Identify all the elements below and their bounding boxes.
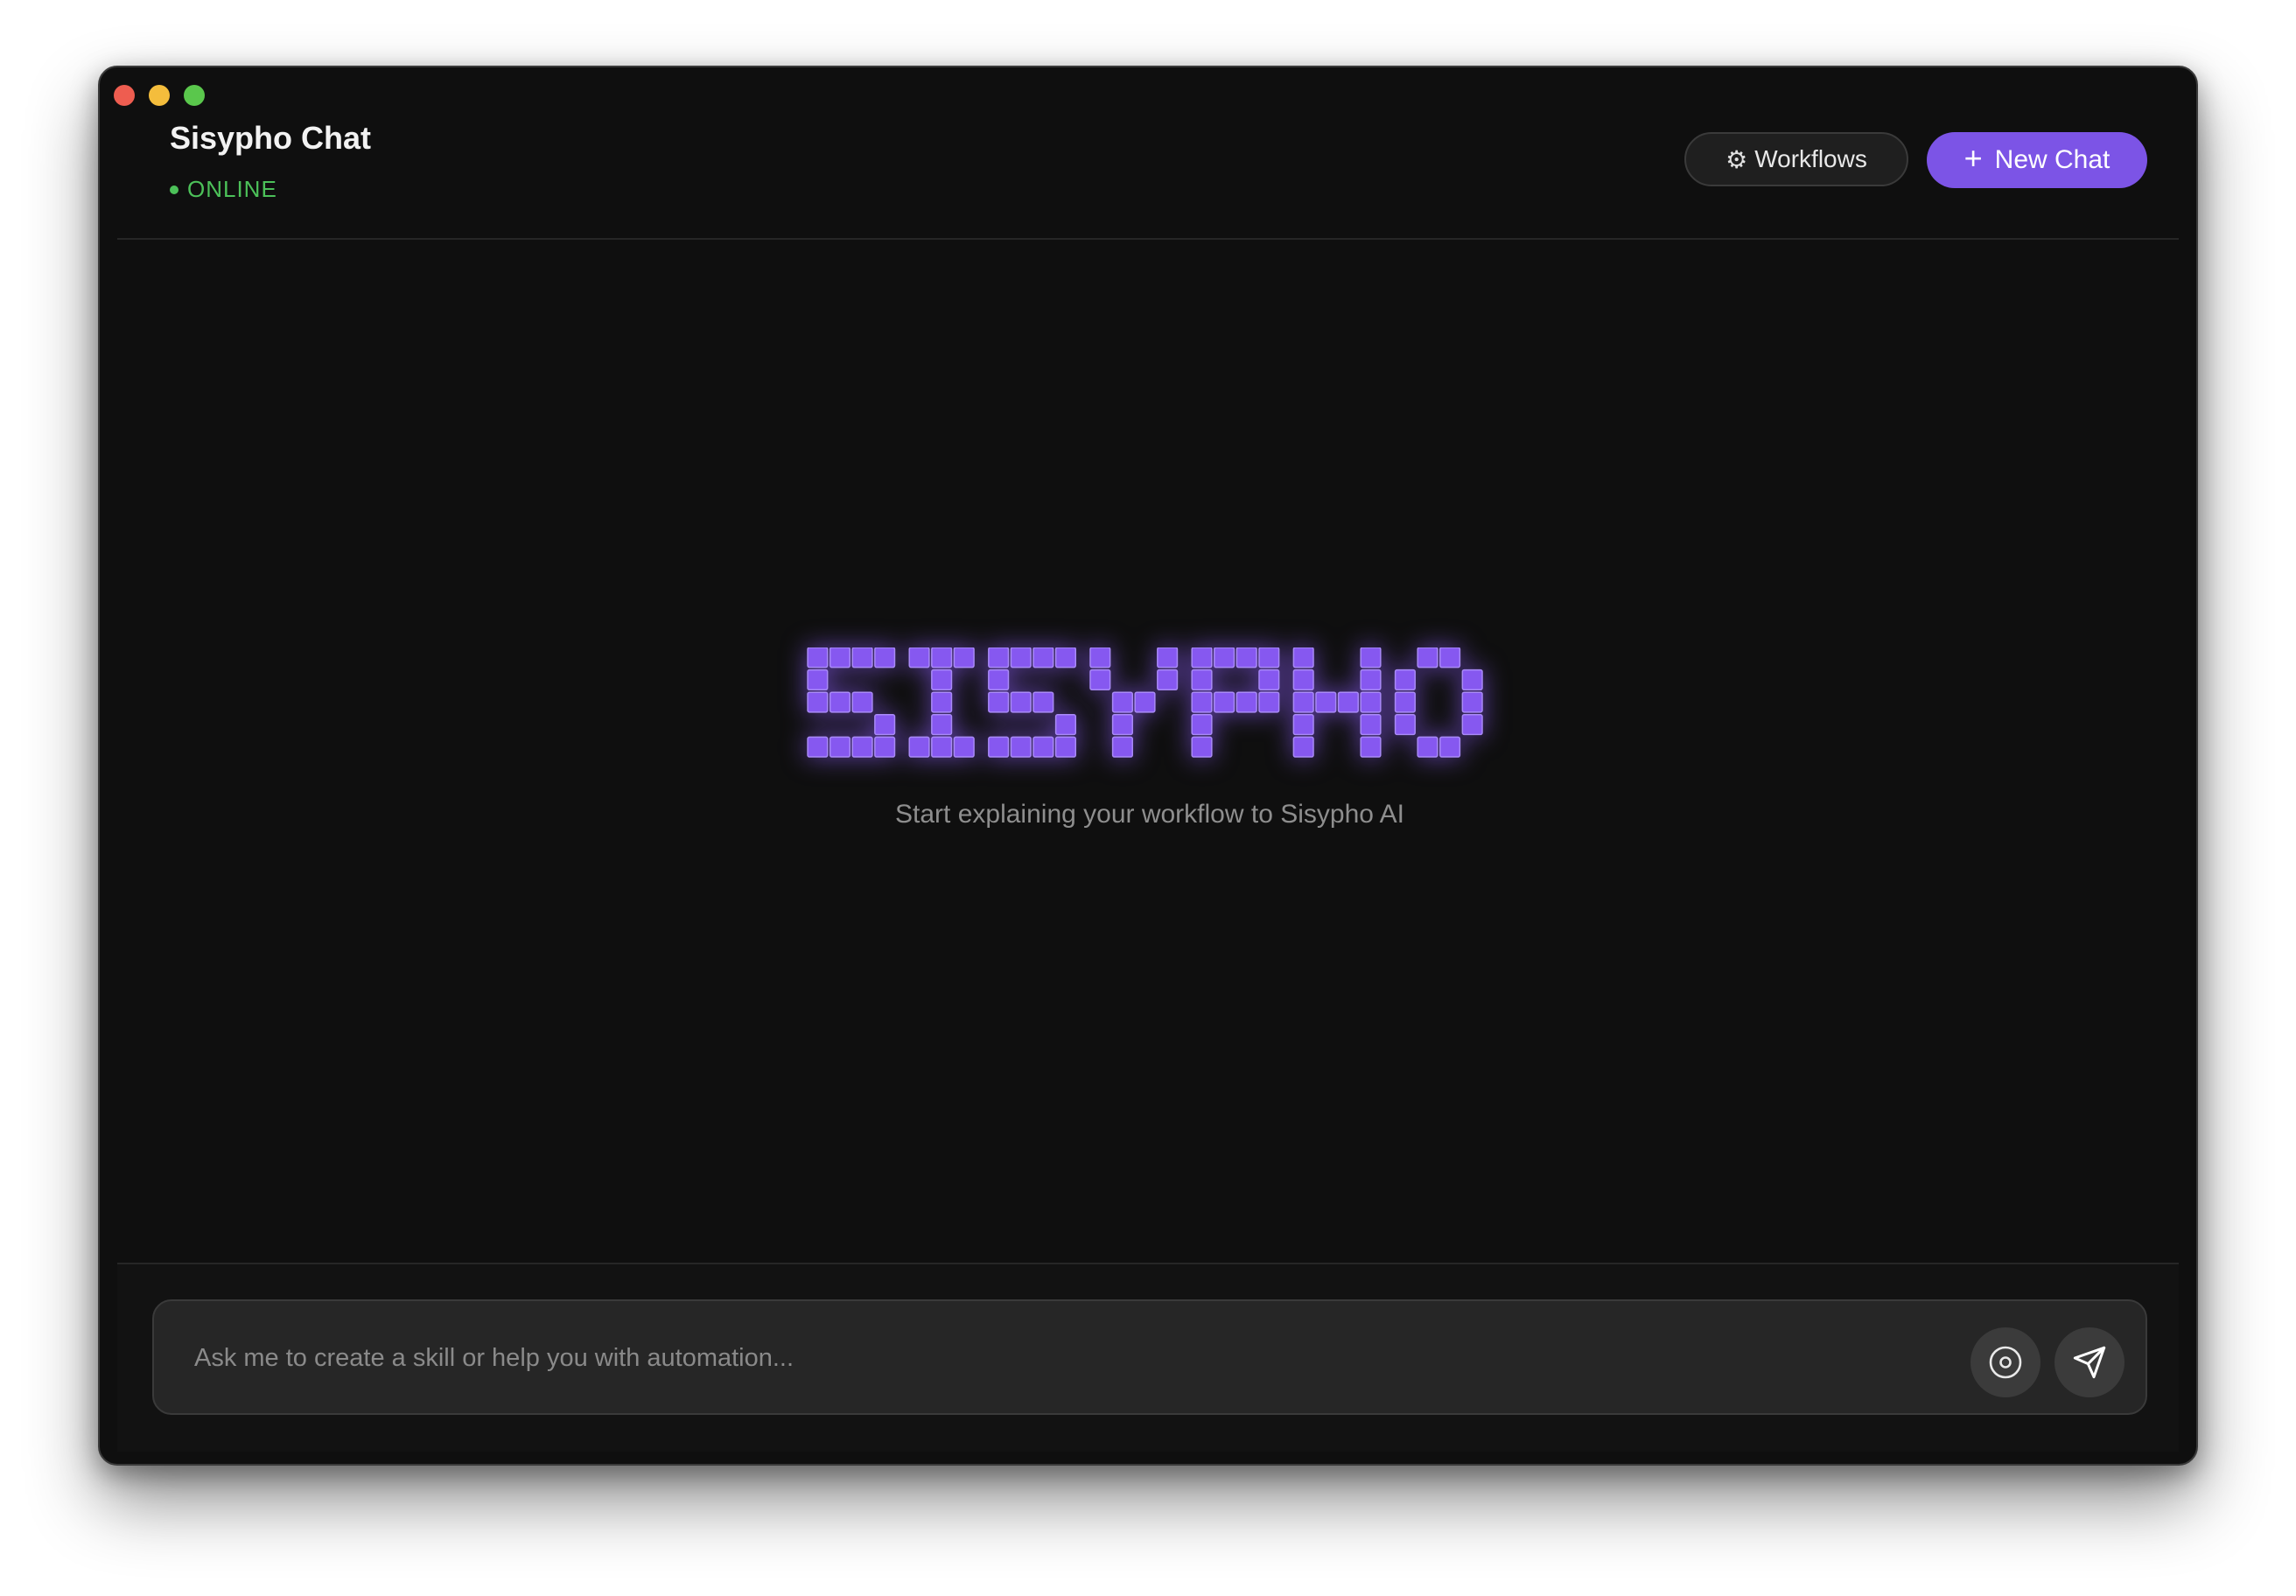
logo-pixel xyxy=(1461,691,1483,713)
logo-pixel xyxy=(1191,736,1213,758)
logo-pixel xyxy=(1054,648,1076,668)
status-dot-icon xyxy=(170,185,178,194)
logo-pixel xyxy=(1417,648,1438,668)
logo-pixel xyxy=(1439,648,1461,668)
logo-pixel xyxy=(1292,668,1314,690)
logo-pixel xyxy=(829,736,851,758)
logo-pixel xyxy=(807,648,829,668)
logo-pixel xyxy=(1089,648,1111,668)
logo-pixel xyxy=(829,648,851,668)
logo-pixel xyxy=(874,736,896,758)
logo-pixel xyxy=(1157,668,1179,690)
logo-pixel xyxy=(1461,668,1483,690)
logo-pixel xyxy=(931,714,953,736)
status-indicator: ONLINE xyxy=(170,176,277,203)
logo-pixel xyxy=(874,714,896,736)
logo-pixel xyxy=(1292,691,1314,713)
status-label: ONLINE xyxy=(187,176,277,202)
logo-pixel xyxy=(1292,736,1314,758)
new-chat-label: New Chat xyxy=(1994,145,2110,174)
logo-pixel xyxy=(1360,648,1382,668)
logo-pixel xyxy=(1134,691,1156,713)
logo-pixel xyxy=(1032,691,1054,713)
logo-pixel xyxy=(1258,691,1280,713)
logo-pixel xyxy=(1394,668,1416,690)
message-input[interactable] xyxy=(192,1333,1858,1383)
logo-pixel xyxy=(1337,691,1359,713)
logo-pixel xyxy=(1360,668,1382,690)
app-window: Sisypho Chat ONLINE ⚙ Workflows + New Ch… xyxy=(98,66,2198,1466)
logo-pixel xyxy=(1394,714,1416,736)
logo-pixel xyxy=(1191,648,1213,668)
logo-pixel xyxy=(931,736,953,758)
welcome-tagline: Start explaining your workflow to Sisyph… xyxy=(895,800,1404,829)
logo-pixel xyxy=(1054,714,1076,736)
logo-pixel xyxy=(1439,736,1461,758)
new-chat-button[interactable]: + New Chat xyxy=(1927,132,2147,188)
logo-pixel xyxy=(1032,648,1054,668)
logo-pixel xyxy=(988,691,1010,713)
logo-pixel xyxy=(1214,648,1236,668)
logo-pixel xyxy=(851,736,873,758)
logo-pixel xyxy=(953,736,975,758)
logo-pixel xyxy=(1032,736,1054,758)
workflows-label: Workflows xyxy=(1754,145,1867,172)
logo-pixel xyxy=(851,691,873,713)
send-icon xyxy=(2073,1346,2106,1379)
logo-pixel xyxy=(1394,691,1416,713)
logo-pixel xyxy=(829,691,851,713)
logo-pixel xyxy=(1111,714,1133,736)
logo-pixel xyxy=(851,648,873,668)
logo-pixel xyxy=(1292,714,1314,736)
logo-pixel xyxy=(1089,668,1111,690)
logo-pixel xyxy=(1191,668,1213,690)
logo-pixel xyxy=(1236,648,1257,668)
logo-pixel xyxy=(1292,648,1314,668)
record-button[interactable] xyxy=(1970,1327,2040,1397)
logo-pixel xyxy=(1111,736,1133,758)
logo-pixel xyxy=(908,736,930,758)
logo-pixel xyxy=(807,668,829,690)
logo-pixel xyxy=(988,668,1010,690)
logo-pixel xyxy=(1214,691,1236,713)
logo-pixel xyxy=(1157,648,1179,668)
logo-pixel xyxy=(931,668,953,690)
record-icon xyxy=(1989,1346,2022,1379)
logo-pixel xyxy=(1010,736,1032,758)
logo-pixel xyxy=(931,648,953,668)
logo-pixel xyxy=(1258,648,1280,668)
message-composer xyxy=(152,1299,2147,1415)
logo-pixel xyxy=(988,736,1010,758)
workflows-button[interactable]: ⚙ Workflows xyxy=(1684,132,1908,186)
logo-pixel xyxy=(1010,648,1032,668)
app-title: Sisypho Chat xyxy=(170,120,372,156)
logo-pixel xyxy=(1461,714,1483,736)
logo-pixel xyxy=(1360,714,1382,736)
logo-pixel xyxy=(1191,714,1213,736)
plus-icon: + xyxy=(1964,140,1983,176)
logo-pixel xyxy=(1054,736,1076,758)
logo-pixel xyxy=(1360,736,1382,758)
logo-pixel xyxy=(1010,691,1032,713)
logo-pixel xyxy=(1360,691,1382,713)
sisypho-pixel-logo xyxy=(807,648,1483,758)
logo-pixel xyxy=(1258,668,1280,690)
logo-pixel xyxy=(1417,736,1438,758)
logo-pixel xyxy=(1191,691,1213,713)
logo-pixel xyxy=(953,648,975,668)
logo-pixel xyxy=(988,648,1010,668)
logo-pixel xyxy=(1111,691,1133,713)
logo-pixel xyxy=(807,736,829,758)
logo-pixel xyxy=(1236,691,1257,713)
gear-icon: ⚙ xyxy=(1726,145,1748,173)
logo-pixel xyxy=(908,648,930,668)
logo-pixel xyxy=(874,648,896,668)
logo-pixel xyxy=(931,691,953,713)
send-button[interactable] xyxy=(2054,1327,2124,1397)
composer-area xyxy=(117,1263,2179,1452)
logo-pixel xyxy=(807,691,829,713)
logo-pixel xyxy=(1315,691,1337,713)
